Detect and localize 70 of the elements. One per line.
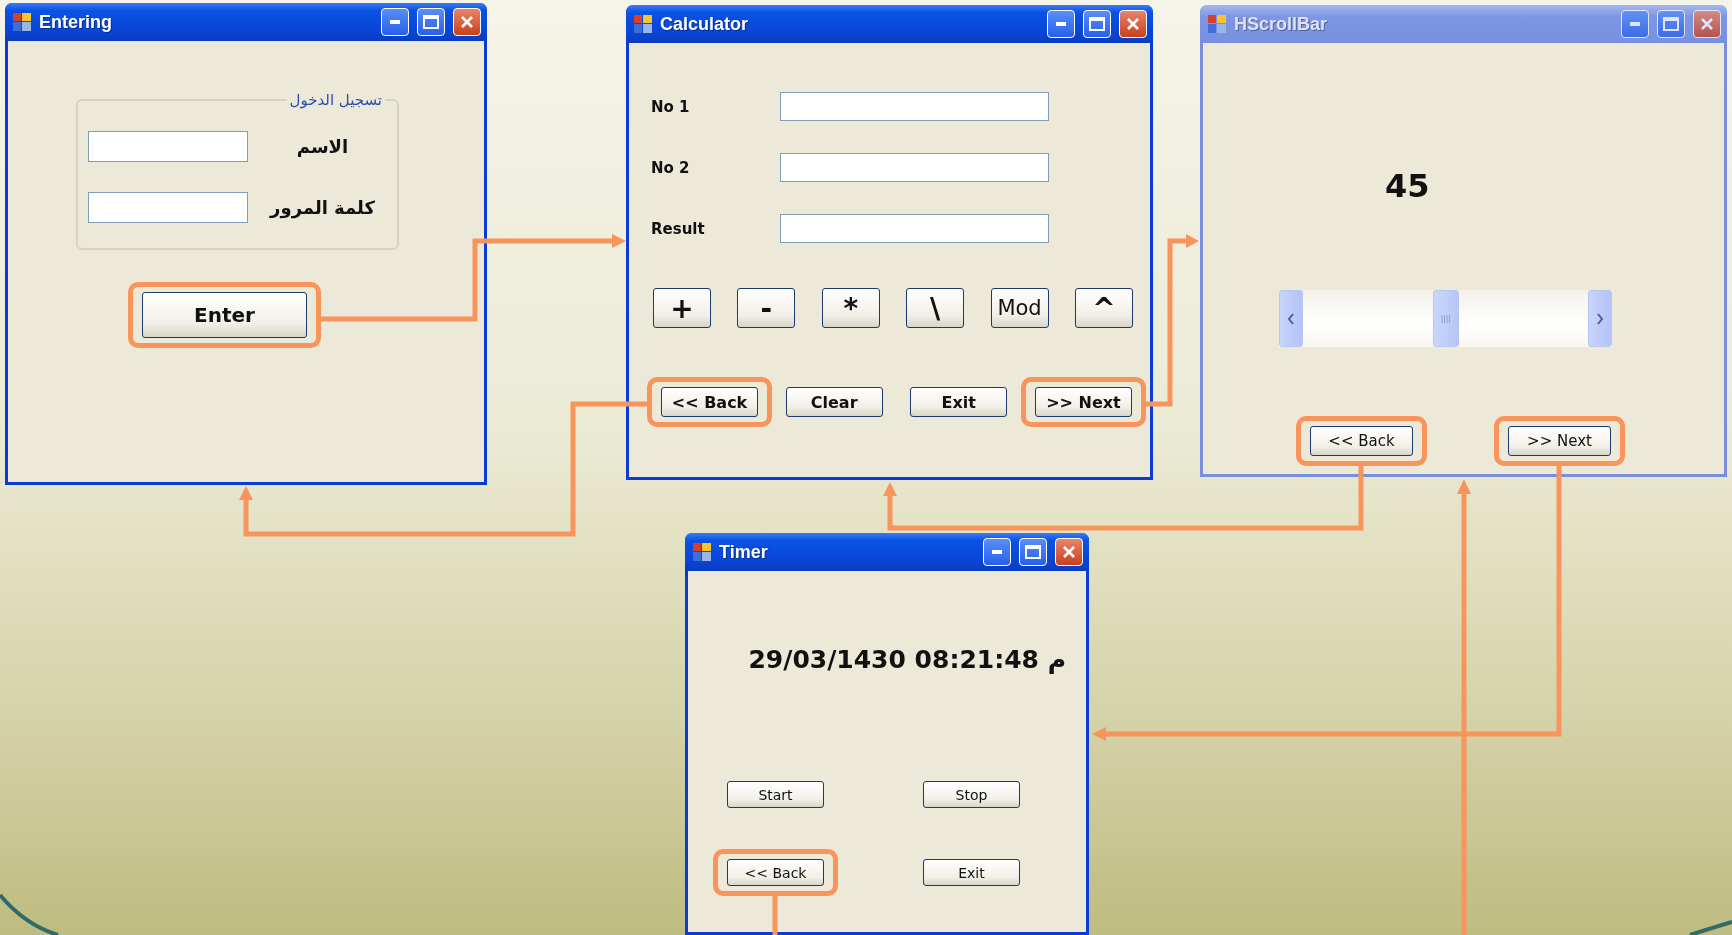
minimize-button[interactable] <box>1047 10 1075 38</box>
connector-line <box>772 894 778 935</box>
minimize-button[interactable] <box>381 8 409 36</box>
operator-button[interactable]: ^ <box>1074 288 1133 328</box>
group-title: تسجيل الدخول <box>288 91 383 109</box>
form-button[interactable]: Start <box>727 781 824 808</box>
maximize-button[interactable] <box>1019 538 1047 566</box>
window-title: HScrollBar <box>1234 13 1329 35</box>
window-title: Timer <box>719 541 769 563</box>
close-icon <box>1126 17 1140 31</box>
grip-icon <box>1440 314 1451 323</box>
form-button[interactable]: >> Next <box>1034 387 1132 417</box>
app-icon <box>693 543 711 561</box>
maximize-button[interactable] <box>417 8 445 36</box>
field-label: No 1 <box>651 97 691 116</box>
field-label: No 2 <box>651 158 691 177</box>
date-time-label: 29/03/1430 08:21:48 م <box>748 645 1066 674</box>
form-button[interactable]: Exit <box>910 387 1008 417</box>
minimize-button[interactable] <box>983 538 1011 566</box>
minimize-icon <box>1056 22 1066 26</box>
maximize-icon <box>1025 545 1041 559</box>
form-button[interactable]: << Back <box>727 859 824 886</box>
input-field[interactable] <box>780 153 1049 182</box>
maximize-button[interactable] <box>1083 10 1111 38</box>
input-field[interactable] <box>88 192 248 223</box>
form-button[interactable]: Exit <box>923 859 1020 886</box>
app-icon <box>1208 15 1226 33</box>
value-label: 45 <box>1385 167 1430 205</box>
close-button[interactable] <box>1055 538 1083 566</box>
form-button[interactable]: Stop <box>923 781 1020 808</box>
close-icon <box>1700 17 1714 31</box>
field-label: الاسم <box>295 136 350 157</box>
maximize-icon <box>423 15 439 29</box>
scrollbar-track[interactable] <box>1279 290 1612 347</box>
close-button[interactable] <box>453 8 481 36</box>
form-button[interactable]: << Back <box>1310 426 1413 456</box>
input-field[interactable] <box>88 131 248 162</box>
window-title: Calculator <box>660 13 750 35</box>
maximize-icon <box>1663 17 1679 31</box>
operator-button[interactable]: Mod <box>990 288 1049 328</box>
maximize-icon <box>1089 17 1105 31</box>
operator-button[interactable]: + <box>653 288 711 328</box>
chevron-left-icon <box>1287 312 1295 325</box>
decorative-curve <box>0 893 59 935</box>
app-icon <box>13 13 31 31</box>
form-button[interactable]: Clear <box>785 387 883 417</box>
scrollbar-thumb[interactable] <box>1432 290 1459 347</box>
window-title: Entering <box>39 11 113 33</box>
close-button[interactable] <box>1693 10 1721 38</box>
field-label: Result <box>651 219 706 238</box>
chevron-right-icon <box>1596 312 1604 325</box>
field-label: كلمة المرور <box>268 197 376 218</box>
close-icon <box>460 15 474 29</box>
app-icon <box>634 15 652 33</box>
minimize-icon <box>390 20 400 24</box>
minimize-icon <box>992 550 1002 554</box>
minimize-icon <box>1630 22 1640 26</box>
decorative-curve <box>1689 920 1732 935</box>
operator-button[interactable]: \ <box>906 288 965 328</box>
close-icon <box>1062 545 1076 559</box>
form-button[interactable]: >> Next <box>1508 426 1611 456</box>
form-button[interactable]: Enter <box>142 292 307 338</box>
maximize-button[interactable] <box>1657 10 1685 38</box>
minimize-button[interactable] <box>1621 10 1649 38</box>
close-button[interactable] <box>1119 10 1147 38</box>
input-field[interactable] <box>780 214 1049 243</box>
operator-button[interactable]: - <box>737 288 796 328</box>
form-button[interactable]: << Back <box>661 387 758 417</box>
input-field[interactable] <box>780 92 1049 121</box>
operator-button[interactable]: * <box>821 288 880 328</box>
